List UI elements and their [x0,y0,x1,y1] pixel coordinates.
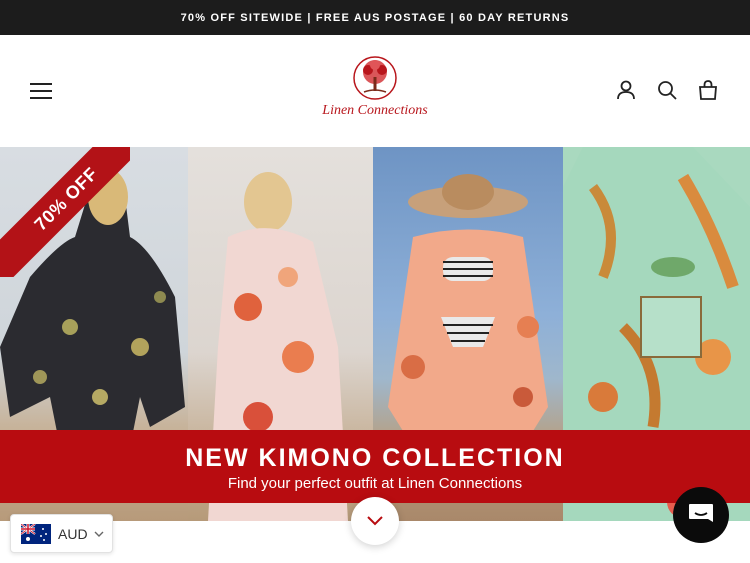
search-icon[interactable] [656,79,678,101]
site-logo[interactable]: Linen Connections [310,55,440,127]
account-icon[interactable] [615,79,637,101]
scroll-down-button[interactable] [351,497,399,545]
currency-code: AUD [58,525,88,542]
banner-title: NEW KIMONO COLLECTION [185,444,565,472]
currency-selector[interactable]: AUD [10,514,113,553]
discount-ribbon: 70% OFF [0,147,130,277]
australia-flag-icon [21,523,51,544]
collection-banner[interactable]: NEW KIMONO COLLECTION Find your perfect … [0,430,750,503]
announcement-text: 70% OFF SITEWIDE | FREE AUS POSTAGE | 60… [180,11,570,24]
menu-icon[interactable] [30,82,52,100]
tree-logo-icon [353,56,397,100]
chat-button[interactable] [673,487,729,543]
chat-bubble-icon [689,504,713,522]
chevron-down-icon [367,516,383,526]
logo-text: Linen Connections [322,103,428,118]
cart-icon[interactable] [697,79,719,101]
discount-ribbon-text: 70% OFF [0,147,130,277]
site-header: Linen Connections [0,35,750,147]
banner-subtitle: Find your perfect outfit at Linen Connec… [227,475,523,492]
announcement-bar: 70% OFF SITEWIDE | FREE AUS POSTAGE | 60… [0,0,750,35]
chevron-down-icon [94,531,104,537]
